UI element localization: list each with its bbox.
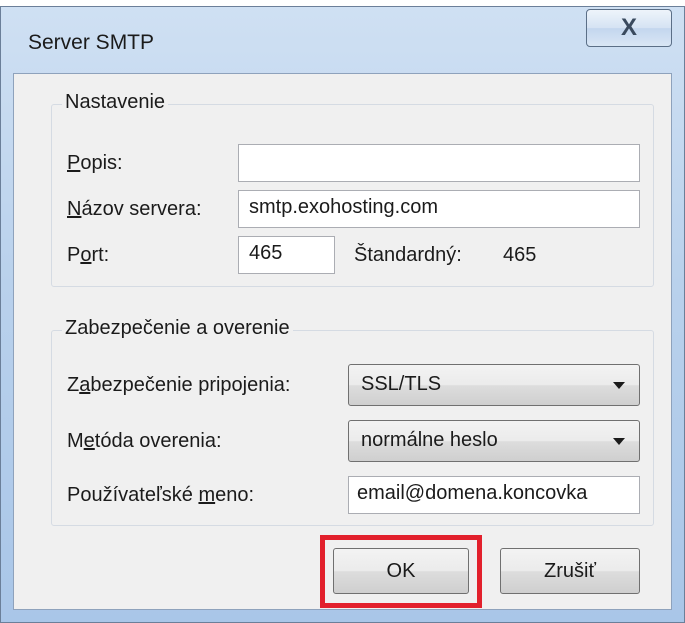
auth-method-label-text: tóda overenia: <box>94 430 222 452</box>
auth-method-label-accel: e <box>83 430 95 452</box>
dialog-client-area: Nastavenie Popis: Názov servera: smtp.ex… <box>13 73 672 610</box>
smtp-server-dialog: Server SMTP X Nastavenie Popis: Názov se… <box>0 6 685 623</box>
auth-method-label: Metóda overenia: <box>67 430 222 453</box>
connection-security-value: SSL/TLS <box>361 373 442 395</box>
username-input[interactable]: email@domena.koncovka <box>348 476 640 514</box>
connection-security-label: Zabezpečenie pripojenia: <box>67 374 291 397</box>
port-input[interactable]: 465 <box>238 236 335 274</box>
server-name-input[interactable]: smtp.exohosting.com <box>238 190 640 228</box>
port-label: Port: <box>67 244 109 267</box>
dialog-title: Server SMTP <box>28 31 155 54</box>
connection-security-label-text: bezpečenie pripojenia: <box>90 374 291 396</box>
username-label: Používateľské meno: <box>67 484 254 507</box>
ok-button[interactable]: OK <box>333 548 469 594</box>
default-port-value: 465 <box>503 244 537 266</box>
security-group-legend: Zabezpečenie a overenie <box>62 317 293 340</box>
auth-method-label-pre: M <box>67 430 84 452</box>
title-bar[interactable]: Server SMTP X <box>1 7 684 77</box>
connection-security-label-accel: a <box>79 374 91 396</box>
connection-security-dropdown[interactable]: SSL/TLS <box>348 364 640 406</box>
server-name-label: Názov servera: <box>67 198 202 221</box>
default-port-label: Štandardný: <box>354 244 462 266</box>
cancel-button[interactable]: Zrušiť <box>500 548 640 594</box>
chevron-down-icon <box>613 382 625 389</box>
server-name-label-accel: N <box>67 198 82 220</box>
close-button[interactable]: X <box>586 9 672 47</box>
server-name-label-text: ázov servera: <box>81 198 202 220</box>
description-label: Popis: <box>67 152 123 175</box>
description-input[interactable] <box>238 144 640 182</box>
auth-method-dropdown[interactable]: normálne heslo <box>348 420 640 462</box>
close-icon: X <box>620 14 637 41</box>
chevron-down-icon <box>613 438 625 445</box>
username-label-accel: m <box>198 484 216 506</box>
port-label-accel: o <box>80 244 92 266</box>
username-label-pre: Používateľské <box>67 484 199 506</box>
port-label-pre: P <box>67 244 81 266</box>
username-label-text: eno: <box>215 484 255 506</box>
auth-method-value: normálne heslo <box>361 429 498 451</box>
description-label-accel: P <box>67 152 81 174</box>
settings-group-legend: Nastavenie <box>62 91 169 114</box>
connection-security-label-pre: Z <box>67 374 80 396</box>
port-label-text: rt: <box>91 244 110 266</box>
description-label-text: opis: <box>80 152 123 174</box>
